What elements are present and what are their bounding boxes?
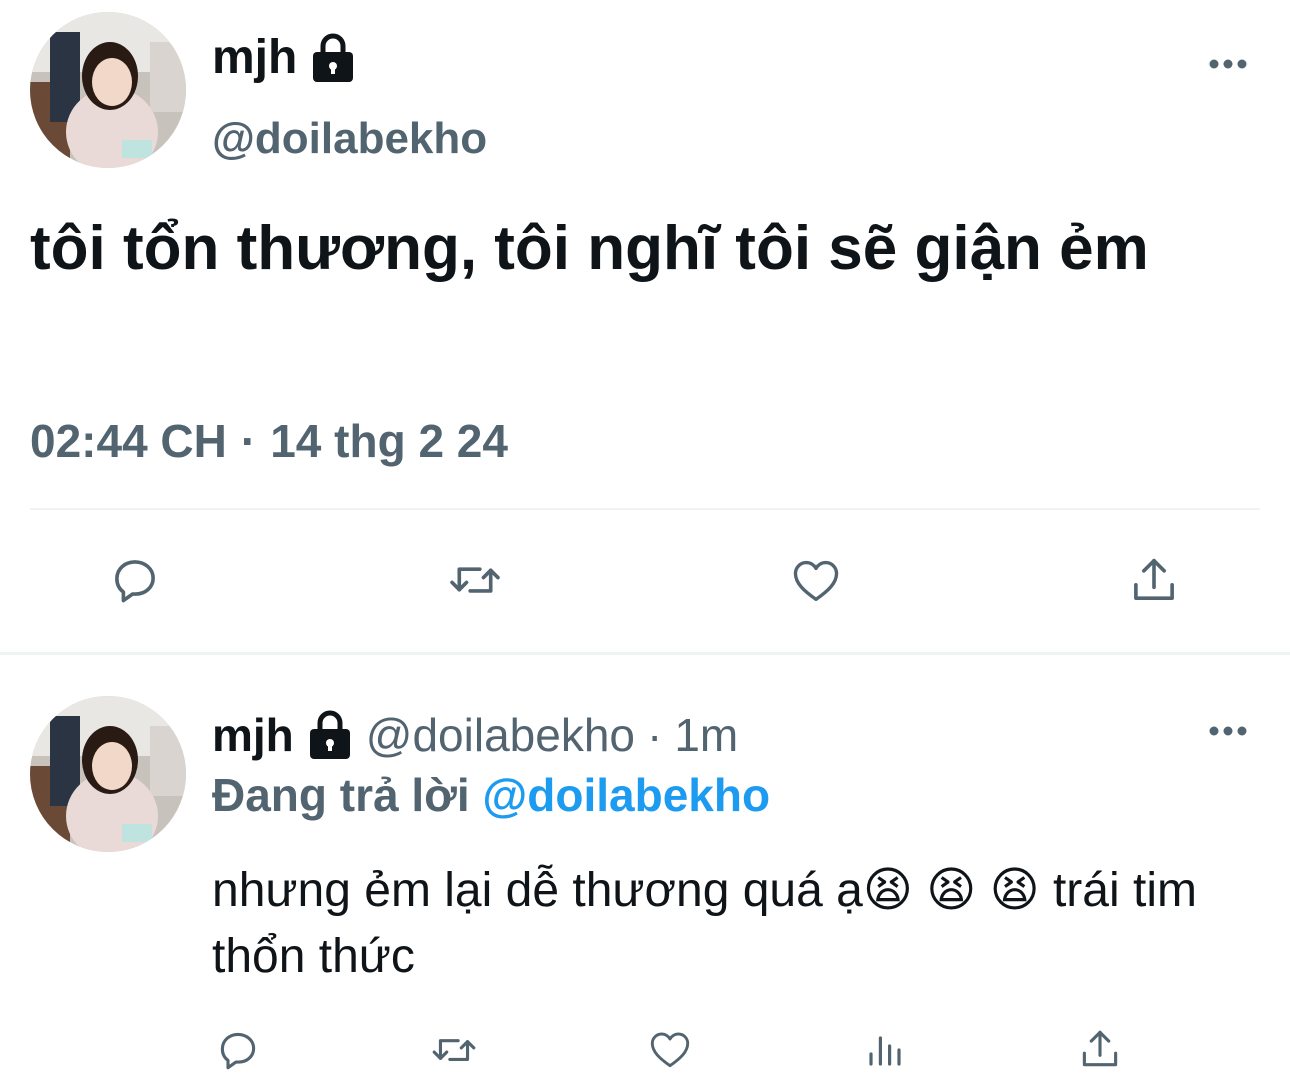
like-icon [793,560,839,602]
display-name[interactable]: mjh [212,30,357,85]
share-icon [1134,558,1174,600]
reply-like-button[interactable] [644,1022,696,1076]
like-button[interactable] [786,550,846,610]
reply-separator: · [647,709,663,761]
reply-age[interactable]: 1m [674,708,738,762]
retweet-icon [432,1039,476,1061]
reply-share-button[interactable] [1074,1022,1126,1076]
replying-mention[interactable]: @doilabekho [482,769,770,821]
tweet-separator [0,652,1290,655]
divider [30,508,1260,510]
tweet-date: 14 thg 2 24 [270,415,508,467]
avatar[interactable] [30,12,186,168]
reply-icon [220,1032,256,1070]
reply-analytics-button[interactable] [860,1024,910,1076]
reply-avatar[interactable] [30,696,186,852]
reply-display-name[interactable]: mjh [212,708,294,762]
tweet-time: 02:44 CH [30,415,227,467]
reply-icon [115,560,155,603]
reply-reply-button[interactable] [212,1024,264,1076]
analytics-icon [869,1036,901,1066]
display-name-text[interactable]: mjh [212,30,297,85]
handle[interactable]: @doilabekho [212,114,487,164]
replying-to: Đang trả lời @doilabekho [212,768,770,822]
replying-prefix: Đang trả lời [212,769,470,821]
like-icon [650,1032,690,1068]
tweet-timestamp[interactable]: 02:44 CH · 14 thg 2 24 [30,414,508,468]
reply-text: nhưng ẻm lại dễ thương quá ạ😫 😫 😫 trái t… [212,864,1197,983]
retweet-button[interactable] [440,552,510,608]
share-icon [1082,1030,1118,1067]
tweet-text: tôi tổn thương, tôi nghĩ tôi sẽ giận ẻm [30,214,1149,283]
more-options-icon[interactable] [1208,57,1248,69]
reply-lock-icon [306,709,354,761]
reply-more-options-icon[interactable] [1208,724,1248,736]
retweet-icon [450,567,500,593]
share-button[interactable] [1124,550,1184,610]
lock-icon [309,32,357,84]
reply-retweet-button[interactable] [424,1024,484,1076]
timestamp-separator: · [240,415,257,467]
reply-button[interactable] [104,552,166,608]
reply-header: mjh @doilabekho · 1m [212,708,738,762]
reply-handle[interactable]: @doilabekho [366,708,635,762]
